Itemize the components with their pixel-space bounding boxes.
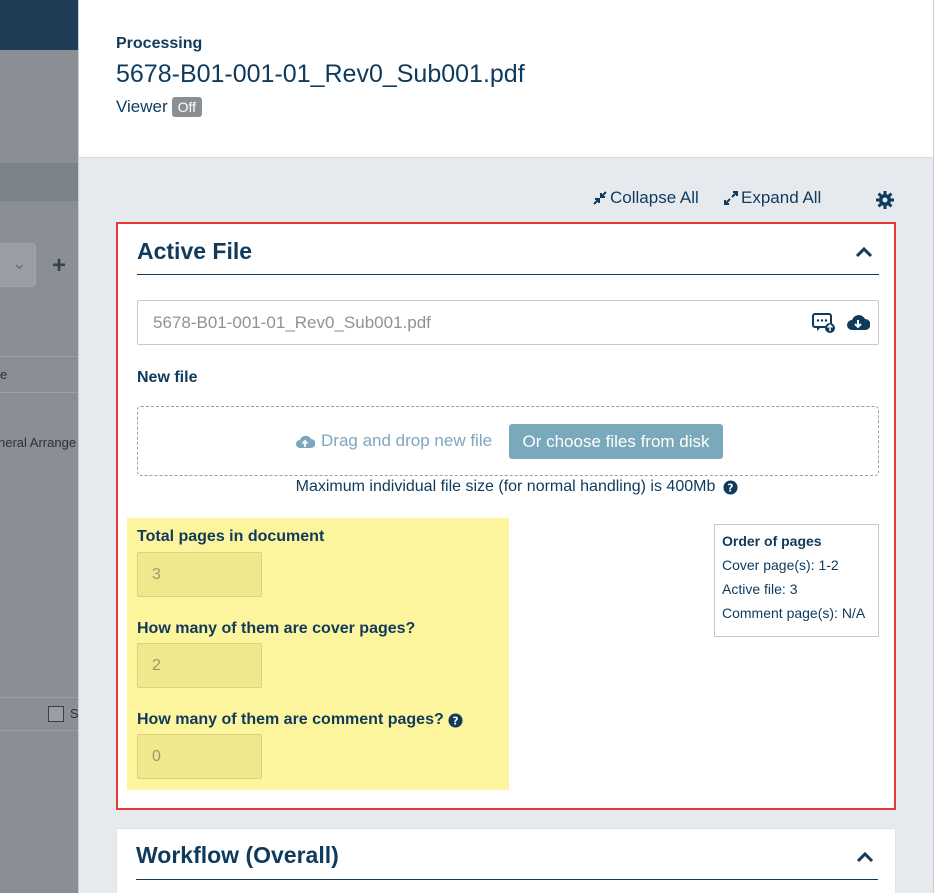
comment-pages-label-text: How many of them are comment pages? xyxy=(137,711,444,728)
workflow-card: Workflow (Overall) xyxy=(116,828,896,893)
collapse-all-label: Collapse All xyxy=(610,188,699,207)
background-checkbox xyxy=(48,706,64,722)
order-of-pages-box: Order of pages Cover page(s): 1-2 Active… xyxy=(714,524,879,637)
max-size-text: Maximum individual file size (for normal… xyxy=(295,478,716,495)
plus-icon: + xyxy=(52,252,67,279)
page-count-section: Total pages in document 3 How many of th… xyxy=(127,518,509,790)
comment-pages-label: How many of them are comment pages? ? xyxy=(137,711,463,729)
new-file-label: New file xyxy=(137,369,198,386)
collapse-icon xyxy=(593,191,607,205)
collapse-all-button[interactable]: Collapse All xyxy=(592,188,699,208)
viewer-label: Viewer xyxy=(116,97,168,116)
processing-panel: Processing 5678-B01-001-01_Rev0_Sub001.p… xyxy=(78,0,934,893)
background-topbar xyxy=(0,0,78,50)
total-pages-input[interactable]: 3 xyxy=(137,552,262,597)
cloud-download-icon[interactable] xyxy=(846,312,870,334)
cover-pages-label-text: How many of them are cover pages? xyxy=(137,620,416,637)
background-select: ⌄ xyxy=(0,243,36,287)
background-row-label: e xyxy=(0,367,8,382)
order-active: Active file: 3 xyxy=(722,581,798,597)
active-file-card: Active File 5678-B01-001-01_Rev0_Sub001.… xyxy=(116,222,896,810)
card-divider xyxy=(137,274,879,275)
help-icon[interactable]: ? xyxy=(448,712,463,728)
chevron-up-icon[interactable] xyxy=(854,242,874,262)
panel-header: Processing 5678-B01-001-01_Rev0_Sub001.p… xyxy=(79,0,933,158)
card-divider xyxy=(136,879,878,880)
cloud-upload-icon xyxy=(296,435,315,448)
comment-pages-input[interactable]: 0 xyxy=(137,734,262,779)
order-comment: Comment page(s): N/A xyxy=(722,605,866,621)
section-label: Processing xyxy=(116,35,203,52)
chevron-down-icon: ⌄ xyxy=(11,253,27,273)
max-size-note: Maximum individual file size (for normal… xyxy=(118,478,894,496)
expand-all-label: Expand All xyxy=(741,188,822,207)
file-dropzone[interactable]: Drag and drop new file Or choose files f… xyxy=(137,406,879,476)
viewer-toggle[interactable]: Off xyxy=(171,97,203,117)
total-pages-label-text: Total pages in document xyxy=(137,528,325,545)
viewer-control: Viewer Off xyxy=(116,97,203,117)
order-title: Order of pages xyxy=(722,533,822,549)
comment-upload-icon[interactable] xyxy=(812,312,836,334)
expand-icon xyxy=(724,191,738,205)
background-divider xyxy=(0,730,78,731)
background-checkbox-label: S xyxy=(70,706,78,721)
order-cover: Cover page(s): 1-2 xyxy=(722,557,839,573)
background-band xyxy=(0,163,78,201)
active-file-title: Active File xyxy=(137,238,253,264)
file-title: 5678-B01-001-01_Rev0_Sub001.pdf xyxy=(116,60,525,88)
expand-all-button[interactable]: Expand All xyxy=(723,188,821,208)
chevron-up-icon[interactable] xyxy=(855,847,875,867)
svg-text:?: ? xyxy=(452,715,458,727)
active-file-name: 5678-B01-001-01_Rev0_Sub001.pdf xyxy=(153,313,431,332)
background-divider xyxy=(0,697,78,698)
background-divider xyxy=(0,392,78,393)
total-pages-label: Total pages in document xyxy=(137,528,324,546)
svg-text:?: ? xyxy=(728,482,734,494)
panel-toolbar: Collapse All Expand All xyxy=(79,188,933,212)
background-row-label: neral Arrange xyxy=(0,435,77,450)
cover-pages-label: How many of them are cover pages? xyxy=(137,620,415,638)
help-icon[interactable]: ? xyxy=(723,479,738,495)
background-divider xyxy=(0,356,78,357)
drag-drop-hint: Drag and drop new file xyxy=(295,431,492,451)
choose-files-button[interactable]: Or choose files from disk xyxy=(509,424,723,459)
drag-drop-text: Drag and drop new file xyxy=(321,431,493,450)
workflow-title: Workflow (Overall) xyxy=(136,842,339,868)
active-file-field: 5678-B01-001-01_Rev0_Sub001.pdf xyxy=(137,300,879,345)
gear-icon[interactable] xyxy=(875,190,895,210)
background-page: ⌄ + e neral Arrange S xyxy=(0,0,78,893)
cover-pages-input[interactable]: 2 xyxy=(137,643,262,688)
